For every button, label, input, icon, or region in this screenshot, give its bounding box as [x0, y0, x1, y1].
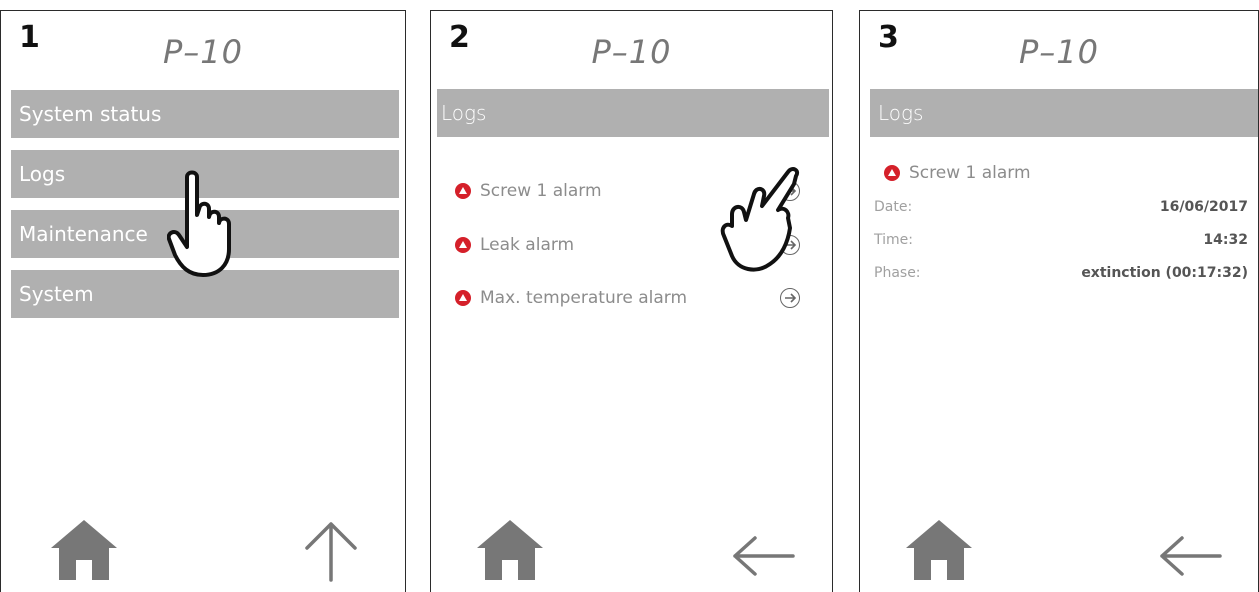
- hand-pointer-icon: [167, 170, 231, 277]
- home-icon[interactable]: [475, 518, 545, 582]
- alarm-label: Screw 1 alarm: [909, 163, 1031, 183]
- screen-2: 2 P–10 Logs Screw 1 alarm Leak alarm Max…: [430, 10, 833, 592]
- hand-pointer-icon: [720, 167, 799, 272]
- detail-key: Phase:: [874, 265, 921, 281]
- up-arrow-icon[interactable]: [303, 520, 359, 582]
- alarm-icon: [455, 183, 471, 199]
- arrow-circle-right-icon[interactable]: [780, 288, 800, 308]
- back-arrow-icon[interactable]: [1158, 536, 1224, 576]
- alarm-icon: [455, 290, 471, 306]
- alarm-icon: [455, 237, 471, 253]
- alarm-title: Screw 1 alarm: [884, 158, 1226, 188]
- alarm-list-item[interactable]: Max. temperature alarm: [455, 283, 800, 313]
- menu-item-system-status[interactable]: System status: [11, 90, 399, 138]
- detail-time: Time: 14:32: [874, 228, 1248, 252]
- device-title: P–10: [591, 33, 672, 71]
- alarm-icon: [884, 165, 900, 181]
- screen-3: 3 P–10 Logs Screw 1 alarm Date: 16/06/20…: [859, 10, 1259, 592]
- detail-key: Date:: [874, 199, 913, 215]
- home-icon[interactable]: [49, 518, 119, 582]
- detail-value: extinction (00:17:32): [1081, 265, 1248, 281]
- detail-date: Date: 16/06/2017: [874, 195, 1248, 219]
- back-arrow-icon[interactable]: [731, 536, 797, 576]
- detail-key: Time:: [874, 232, 913, 248]
- device-title: P–10: [162, 33, 243, 71]
- alarm-label: Max. temperature alarm: [480, 288, 688, 308]
- home-icon[interactable]: [904, 518, 974, 582]
- screen-1: 1 P–10 System status Logs Maintenance Sy…: [0, 10, 406, 592]
- device-title: P–10: [1018, 33, 1099, 71]
- detail-value: 14:32: [1203, 232, 1248, 248]
- detail-phase: Phase: extinction (00:17:32): [874, 261, 1248, 285]
- logs-header: Logs: [437, 89, 829, 137]
- logs-header: Logs: [870, 89, 1258, 137]
- detail-value: 16/06/2017: [1159, 199, 1248, 215]
